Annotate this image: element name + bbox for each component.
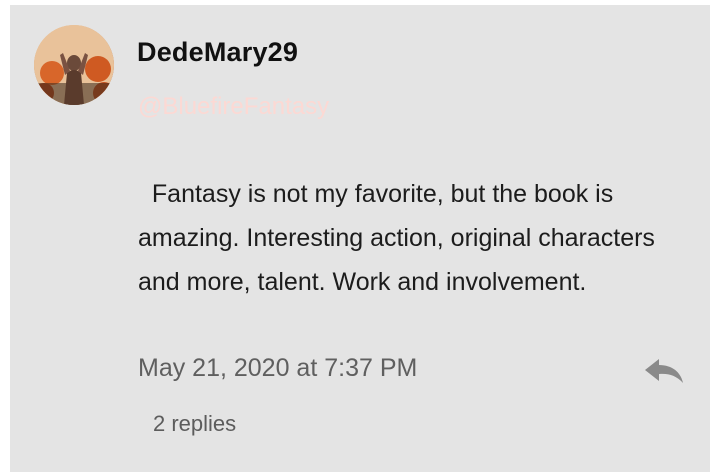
comment-text: Fantasy is not my favorite, but the book… bbox=[138, 180, 662, 296]
avatar[interactable] bbox=[34, 25, 114, 105]
timestamp: May 21, 2020 at 7:37 PM bbox=[138, 354, 418, 382]
replies-link[interactable]: 2 replies bbox=[153, 411, 236, 437]
avatar-photo bbox=[34, 25, 114, 105]
username[interactable]: DedeMary29 bbox=[137, 37, 298, 68]
reply-arrow-icon[interactable] bbox=[643, 357, 685, 385]
mention[interactable]: @BluefireFantasy bbox=[138, 93, 329, 121]
comment-card: DedeMary29 @BluefireFantasy Fantasy is n… bbox=[10, 5, 710, 472]
